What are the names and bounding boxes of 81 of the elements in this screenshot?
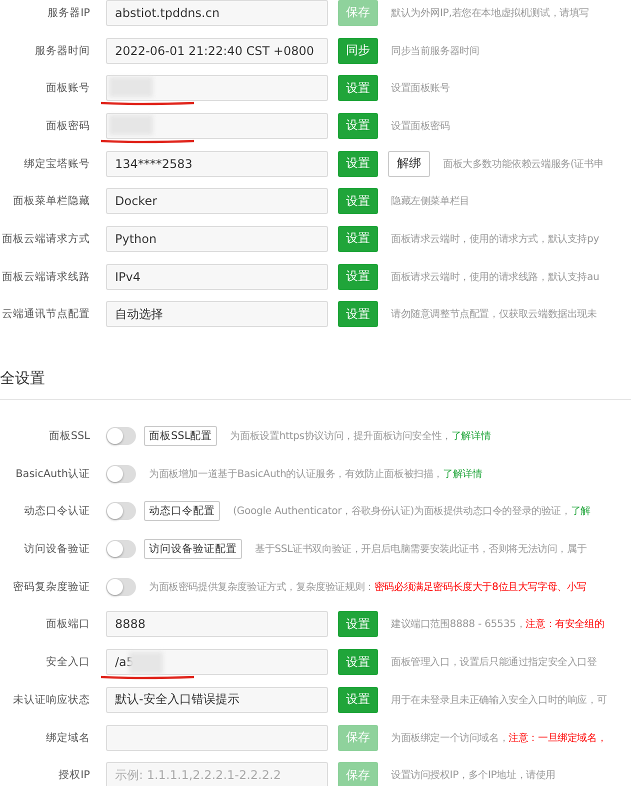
- field-label: 面板云端请求方式: [1, 232, 90, 246]
- description-text: 设置访问授权IP，多个IP地址，请使用: [391, 768, 556, 782]
- toggle-switch[interactable]: [106, 578, 136, 596]
- field-label: 面板密码: [45, 118, 90, 133]
- action-button[interactable]: 设置: [338, 226, 378, 252]
- blurred-patch: [109, 77, 153, 98]
- field-label: 安全入口: [45, 655, 90, 670]
- toggle-switch[interactable]: [106, 464, 136, 483]
- description-text: 同步当前服务器时间: [391, 44, 480, 58]
- description-text: 隐藏左侧菜单栏目: [391, 194, 470, 208]
- field-label: 动态口令认证: [23, 504, 90, 518]
- text-field[interactable]: [106, 724, 328, 751]
- description-text: 为面板绑定一个访问域名，: [391, 732, 509, 745]
- unbind-button[interactable]: 解绑: [388, 150, 430, 177]
- warning-text: 注意：一旦绑定域名，: [508, 732, 607, 745]
- toggle-switch[interactable]: [106, 427, 136, 446]
- description-text: 建议端口范围8888 - 65535，: [391, 618, 526, 632]
- config-button[interactable]: 面板SSL配置: [144, 426, 218, 446]
- action-button[interactable]: 设置: [338, 150, 378, 177]
- toggle-switch[interactable]: [106, 502, 136, 520]
- field-label: 面板SSL: [48, 429, 90, 444]
- blurred-patch: [109, 114, 153, 135]
- text-field[interactable]: 2022-06-01 21:22:40 CST +0800: [106, 38, 328, 64]
- action-button[interactable]: 同步: [338, 38, 378, 64]
- text-field[interactable]: Python: [106, 226, 328, 252]
- action-button[interactable]: 设置: [338, 264, 378, 290]
- field-label: BasicAuth认证: [14, 466, 90, 481]
- action-button[interactable]: 设置: [338, 686, 378, 713]
- action-button[interactable]: 设置: [338, 649, 378, 676]
- field-label: 面板账号: [45, 81, 90, 96]
- text-field[interactable]: 默认-安全入口错误提示: [106, 686, 328, 713]
- text-field[interactable]: /a5: [106, 649, 328, 676]
- field-label: 面板端口: [45, 617, 90, 632]
- field-label: 面板菜单栏隐藏: [12, 194, 90, 208]
- config-button[interactable]: 动态口令配置: [144, 501, 220, 522]
- field-label: 未认证响应状态: [12, 692, 90, 707]
- description-text: (Google Authenticator，谷歌身份认证)为面板提供动态口令的登录的验证，: [233, 504, 571, 518]
- description-text: 为面板密码提供复杂度验证方式，复杂度验证规则：: [149, 580, 374, 594]
- text-field[interactable]: [106, 75, 328, 102]
- field-label: 面板云端请求线路: [1, 270, 90, 284]
- description-text: 设置面板账号: [391, 82, 450, 96]
- description-text: 请勿随意调整节点配置，仅获取云端数据出现未: [391, 308, 597, 322]
- field-label: 绑定域名: [45, 730, 90, 745]
- description-text: 面板大多数功能依赖云端服务(证书申: [443, 158, 604, 171]
- text-field[interactable]: [106, 112, 328, 139]
- field-label: 授权IP: [58, 768, 90, 782]
- description-text: 设置面板密码: [391, 120, 450, 133]
- text-field[interactable]: IPv4: [106, 264, 328, 290]
- action-button[interactable]: 设置: [338, 75, 378, 102]
- field-label: 密码复杂度验证: [12, 580, 90, 594]
- description-text: 用于在未登录且未正确输入安全入口时的响应，可: [391, 694, 607, 707]
- description-text: 为面板增加一道基于BasicAuth的认证服务，有效防止面板被扫描，: [149, 468, 444, 481]
- action-button[interactable]: 设置: [338, 301, 378, 328]
- text-field[interactable]: Docker: [106, 188, 328, 214]
- description-text: 面板请求云端时，使用的请求方式，默认支持py: [391, 232, 600, 246]
- action-button[interactable]: 设置: [338, 112, 378, 139]
- section-heading: 全设置: [0, 368, 45, 388]
- description-text: 默认为外网IP,若您在本地虚拟机测试，请填写: [391, 6, 589, 20]
- text-field[interactable]: 134****2583: [106, 150, 328, 177]
- action-button[interactable]: 设置: [338, 611, 378, 638]
- warning-text: 注意：有安全组的: [526, 618, 604, 632]
- text-field[interactable]: 自动选择: [106, 301, 328, 328]
- description-text: 面板请求云端时，使用的请求线路，默认支持au: [391, 270, 600, 284]
- toggle-switch[interactable]: [106, 540, 136, 558]
- field-label: 访问设备验证: [23, 542, 90, 556]
- learn-more-link[interactable]: 了解: [570, 504, 590, 518]
- field-label: 绑定宝塔账号: [23, 156, 90, 171]
- field-label: 云端通讯节点配置: [1, 307, 90, 322]
- action-button[interactable]: 设置: [338, 188, 378, 214]
- config-button[interactable]: 访问设备验证配置: [144, 539, 242, 560]
- field-label: 服务器IP: [46, 6, 90, 20]
- text-field[interactable]: abstiot.tpddns.cn: [106, 0, 328, 26]
- description-text: 为面板设置https协议访问，提升面板访问安全性，: [230, 430, 452, 444]
- field-label: 服务器时间: [34, 44, 90, 58]
- text-field[interactable]: 8888: [106, 611, 328, 638]
- learn-more-link[interactable]: 了解详情: [443, 466, 482, 481]
- description-text: 基于SSL证书双向验证，开启后电脑需要安装此证书，否则将无法访问，属于: [255, 542, 587, 556]
- learn-more-link[interactable]: 了解详情: [451, 429, 491, 444]
- description-text: 面板管理入口，设置后只能通过指定安全入口登: [391, 656, 597, 670]
- text-field[interactable]: 示例: 1.1.1.1,2.2.2.1-2.2.2.2: [106, 762, 328, 786]
- warning-text: 密码必须满足密码长度大于8位且大写字母、小写: [374, 580, 586, 594]
